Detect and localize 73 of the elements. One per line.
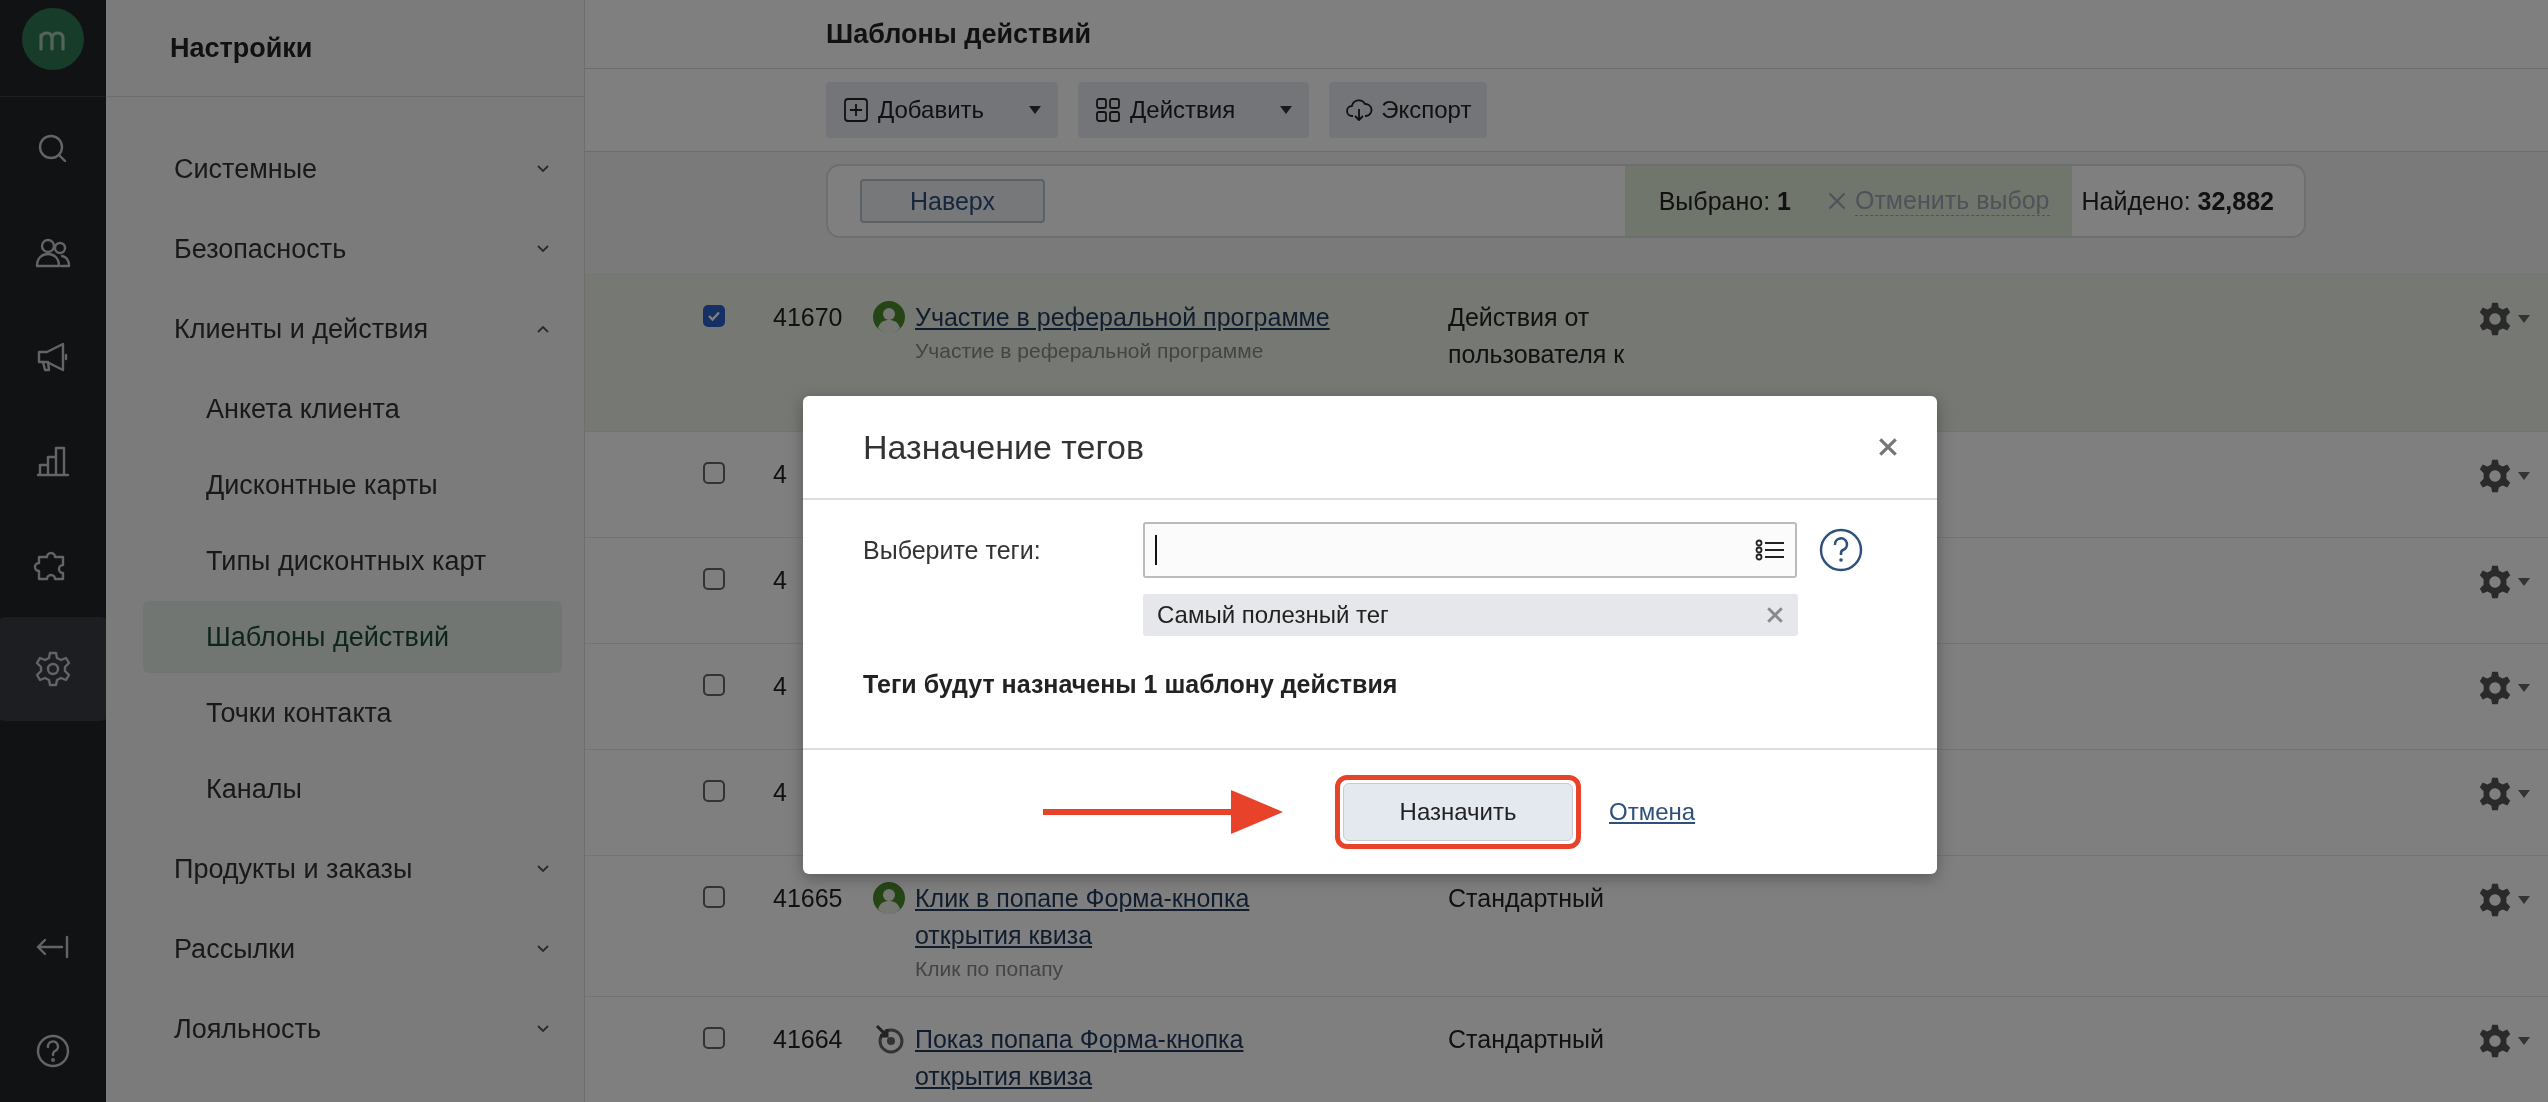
page-title: Шаблоны действий <box>826 18 1092 50</box>
caret-icon[interactable] <box>1279 106 1294 114</box>
template-type: Стандартный <box>1448 1025 1604 1053</box>
chevron-icon[interactable] <box>536 324 550 334</box>
close-icon[interactable] <box>1877 436 1899 458</box>
toolbar-button[interactable]: Действия <box>1078 82 1310 138</box>
row-id: 4 <box>772 777 788 808</box>
user-icon <box>873 301 905 333</box>
tag-chip: Самый полезный тег <box>1143 594 1798 636</box>
caret-icon[interactable] <box>2518 315 2530 323</box>
sidebar-subitem[interactable]: Каналы <box>143 753 562 825</box>
sidebar-item[interactable]: Клиенты и действия <box>174 289 550 369</box>
chevron-icon[interactable] <box>536 244 550 254</box>
template-link[interactable]: Показ попапа Форма-кнопка открытия квиза <box>915 1021 1335 1095</box>
caret-icon[interactable] <box>2518 578 2530 586</box>
chevron-icon[interactable] <box>536 944 550 954</box>
toolbar-button[interactable]: Добавить <box>826 82 1059 138</box>
sidebar-title: Настройки <box>170 32 313 64</box>
list-icon[interactable] <box>1755 539 1785 561</box>
row-id: 4 <box>772 565 788 596</box>
target-icon <box>873 1023 905 1055</box>
row-checkbox[interactable] <box>703 305 725 327</box>
help-icon[interactable] <box>1819 528 1863 572</box>
grid-icon <box>1094 96 1123 124</box>
sidebar-item[interactable]: Рассылки <box>174 909 550 989</box>
sidebar-item[interactable]: Продукты и заказы <box>174 829 550 909</box>
cloud-icon <box>1345 96 1374 124</box>
row-checkbox[interactable] <box>703 462 725 484</box>
row-id: 41664 <box>772 1024 844 1055</box>
sidebar-item[interactable]: Безопасность <box>174 209 550 289</box>
row-checkbox[interactable] <box>703 886 725 908</box>
sidebar-subitem[interactable]: Точки контакта <box>143 677 562 749</box>
user-icon <box>873 882 905 914</box>
row-id: 41665 <box>772 883 844 914</box>
plus-icon <box>842 96 870 124</box>
caret-icon[interactable] <box>2518 790 2530 798</box>
remove-icon[interactable] <box>1766 606 1784 624</box>
row-id: 41670 <box>772 302 844 333</box>
assign-button[interactable]: Назначить <box>1343 783 1573 841</box>
caret-icon[interactable] <box>2518 896 2530 904</box>
tags-input-field[interactable] <box>1143 522 1797 578</box>
sidebar-subitem[interactable]: Анкета клиента <box>143 373 562 445</box>
chevron-icon[interactable] <box>536 864 550 874</box>
template-type: Стандартный <box>1448 884 1604 912</box>
caret-icon[interactable] <box>2518 472 2530 480</box>
toolbar-button[interactable]: Экспорт <box>1329 82 1488 138</box>
caret-icon[interactable] <box>1028 106 1043 114</box>
sidebar-item[interactable]: Системные <box>174 129 550 209</box>
field-label: Выберите теги: <box>863 535 1042 565</box>
found-count: Найдено: 32,882 <box>2081 186 2274 216</box>
row-checkbox[interactable] <box>703 1027 725 1049</box>
close-icon <box>1826 191 1847 211</box>
sidebar-subitem[interactable]: Дисконтные карты <box>143 449 562 521</box>
template-link[interactable]: Участие в реферальной программе <box>915 299 1335 336</box>
sidebar-subitem[interactable]: Типы дисконтных карт <box>143 525 562 597</box>
cancel-link[interactable]: Отмена <box>1609 798 1696 826</box>
row-checkbox[interactable] <box>703 568 725 590</box>
caret-icon[interactable] <box>2518 684 2530 692</box>
template-description: Клик по попапу <box>915 956 1065 982</box>
dialog-title: Назначение тегов <box>863 427 1145 467</box>
chevron-icon[interactable] <box>536 164 550 174</box>
row-checkbox[interactable] <box>703 780 725 802</box>
assign-summary: Теги будут назначены 1 шаблону действия <box>863 670 1399 699</box>
selected-count: Выбрано: 1 <box>1658 186 1791 216</box>
sidebar-item[interactable]: Лояльность <box>174 989 550 1069</box>
template-link[interactable]: Клик в попапе Форма-кнопка открытия квиза <box>915 880 1335 954</box>
chevron-icon[interactable] <box>536 1024 550 1034</box>
row-checkbox[interactable] <box>703 674 725 696</box>
top-button[interactable]: Наверх <box>860 179 1045 223</box>
sidebar-subitem[interactable]: Шаблоны действий <box>143 601 562 673</box>
caret-icon[interactable] <box>2518 1037 2530 1045</box>
template-type: Действия от пользователя к <box>1448 303 1625 368</box>
row-id: 4 <box>772 459 788 490</box>
